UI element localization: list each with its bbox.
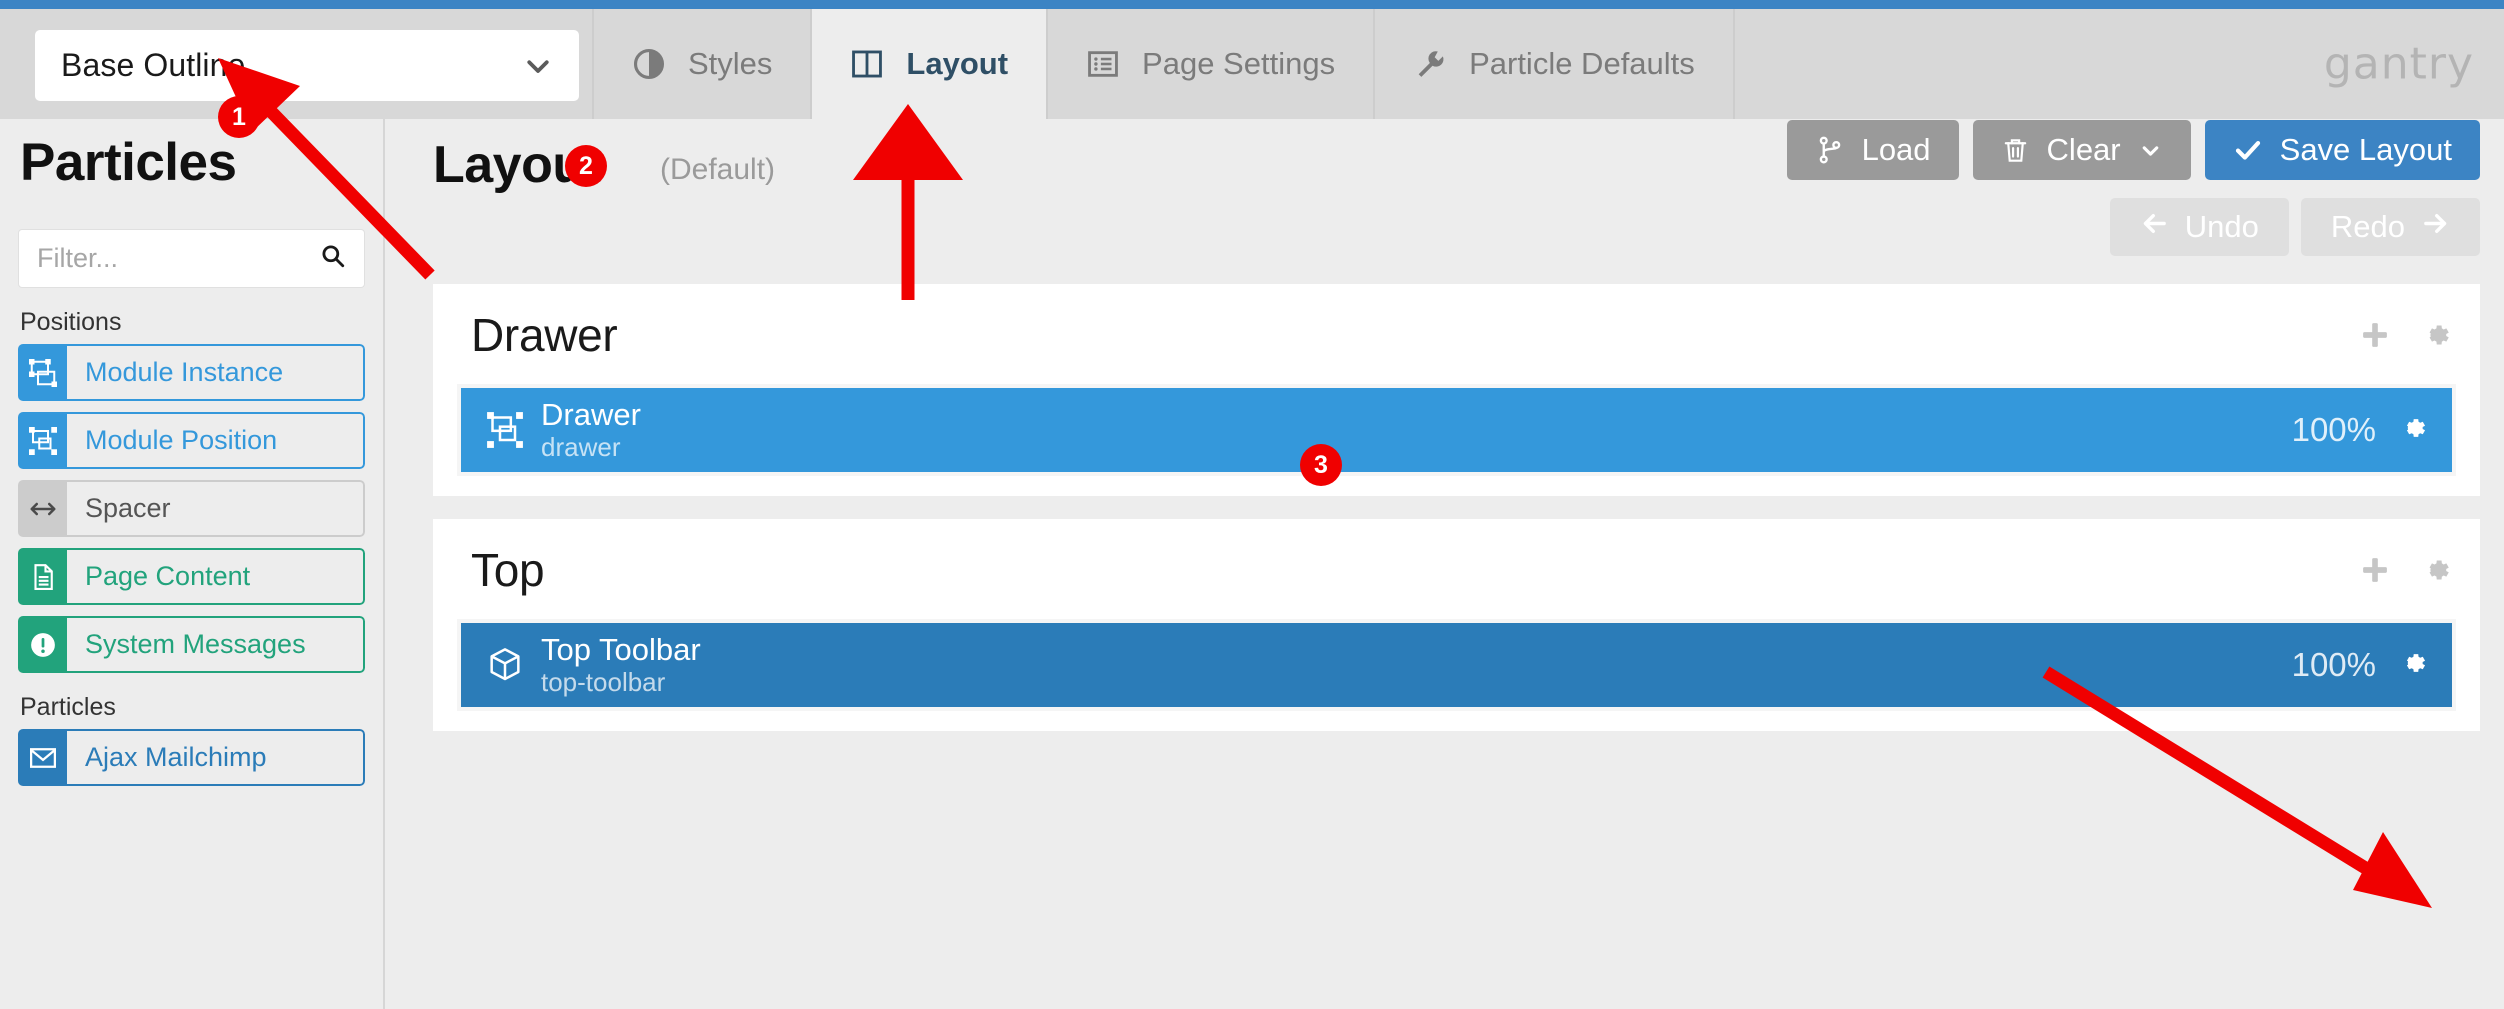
layout-action-buttons: Load Clear Save Layout	[1786, 120, 2480, 180]
section-tools	[2358, 317, 2454, 353]
clear-button-label: Clear	[2046, 132, 2121, 167]
block-key: drawer	[541, 432, 621, 463]
group-title-positions: Positions	[20, 308, 122, 336]
top-accent-strip	[0, 0, 2504, 9]
module-position-icon	[485, 410, 531, 450]
redo-button[interactable]: Redo	[2300, 198, 2480, 256]
tab-label: Layout	[906, 46, 1009, 81]
sidebar-item-ajax-mailchimp[interactable]: Ajax Mailchimp	[18, 729, 365, 786]
tab-page-settings[interactable]: Page Settings	[1046, 9, 1373, 119]
trash-icon	[2001, 136, 2030, 165]
sidebar-title: Particles	[20, 133, 237, 192]
section-title: Drawer	[471, 309, 618, 361]
history-buttons: Undo Redo	[2109, 198, 2480, 256]
block-percent: 100%	[2291, 411, 2376, 448]
save-layout-button[interactable]: Save Layout	[2204, 120, 2480, 180]
arrow-left-icon	[2140, 209, 2169, 246]
tab-label: Particle Defaults	[1469, 46, 1695, 81]
sidebar-item-spacer[interactable]: Spacer	[18, 480, 365, 537]
filter-field[interactable]	[18, 229, 365, 288]
main-tabs: Styles Layout Page Settings Particle Def…	[592, 9, 1735, 119]
columns-icon	[850, 47, 884, 81]
tab-particle-defaults[interactable]: Particle Defaults	[1373, 9, 1735, 119]
layout-sections: Drawer Drawer drawer 100% Top Top Toolba…	[433, 284, 2480, 754]
redo-button-label: Redo	[2330, 209, 2405, 244]
cube-icon	[485, 645, 531, 685]
sidebar-item-label: Module Position	[67, 412, 365, 469]
section-header: Drawer	[457, 308, 2456, 384]
layout-block-drawer[interactable]: Drawer drawer 100%	[461, 388, 2452, 472]
group-title-particles: Particles	[20, 693, 116, 721]
section-tools	[2358, 552, 2454, 588]
gear-icon[interactable]	[2396, 646, 2430, 685]
arrows-horizontal-icon	[18, 480, 67, 537]
block-title: Drawer	[541, 396, 641, 432]
search-icon	[320, 243, 346, 274]
gear-icon[interactable]	[2418, 317, 2454, 353]
section-top: Top Top Toolbar top-toolbar 100%	[433, 519, 2480, 731]
sidebar-item-module-instance[interactable]: Module Instance	[18, 344, 365, 401]
section-header: Top	[457, 543, 2456, 619]
document-icon	[18, 548, 67, 605]
block-text: Drawer drawer	[531, 397, 2292, 464]
check-icon	[2233, 135, 2263, 165]
sidebar-item-label: System Messages	[67, 616, 365, 673]
layout-block-top-toolbar[interactable]: Top Toolbar top-toolbar 100%	[461, 623, 2452, 707]
clear-button[interactable]: Clear	[1972, 120, 2191, 180]
undo-button[interactable]: Undo	[2109, 198, 2289, 256]
gear-icon[interactable]	[2418, 552, 2454, 588]
plus-icon[interactable]	[2358, 318, 2392, 352]
tab-label: Styles	[688, 46, 773, 81]
list-icon	[1086, 47, 1120, 81]
sidebar-item-label: Page Content	[67, 548, 365, 605]
undo-button-label: Undo	[2184, 209, 2259, 244]
module-position-icon	[18, 412, 67, 469]
module-instance-icon	[18, 344, 67, 401]
plus-icon[interactable]	[2358, 553, 2392, 587]
sidebar-item-label: Module Instance	[67, 344, 365, 401]
block-percent: 100%	[2291, 646, 2376, 683]
load-button[interactable]: Load	[1786, 120, 1959, 180]
layout-header: Layout (Default) Load Clear Save Layout …	[387, 119, 2504, 256]
app-header: Base Outline Styles Layout Page Settings…	[0, 9, 2504, 119]
gantry-logo: gantry	[2323, 38, 2474, 90]
chevron-down-icon	[2138, 138, 2163, 163]
block-right: 100%	[2292, 646, 2430, 685]
outline-select-value: Base Outline	[61, 47, 246, 83]
sidebar-item-system-messages[interactable]: System Messages	[18, 616, 365, 673]
sidebar-item-module-position[interactable]: Module Position	[18, 412, 365, 469]
outline-select[interactable]: Base Outline	[35, 30, 579, 101]
page-title: Layout	[433, 136, 601, 194]
sidebar-item-label: Ajax Mailchimp	[67, 729, 365, 786]
wrench-icon	[1413, 47, 1447, 81]
envelope-icon	[18, 729, 67, 786]
block-key: top-toolbar	[541, 667, 666, 698]
exclamation-circle-icon	[18, 616, 67, 673]
filter-input[interactable]	[37, 243, 320, 274]
layout-main-panel: Layout (Default) Load Clear Save Layout …	[387, 119, 2504, 1009]
section-block-wrap: Top Toolbar top-toolbar 100%	[457, 619, 2456, 711]
sidebar-item-page-content[interactable]: Page Content	[18, 548, 365, 605]
branch-icon	[1815, 135, 1845, 165]
tab-label: Page Settings	[1142, 46, 1336, 81]
arrow-right-icon	[2421, 209, 2450, 246]
page-subtitle: (Default)	[660, 153, 776, 186]
gantry-admin-window: Base Outline Styles Layout Page Settings…	[0, 0, 2504, 1009]
save-layout-button-label: Save Layout	[2279, 132, 2452, 167]
contrast-circle-icon	[632, 47, 666, 81]
gear-icon[interactable]	[2396, 411, 2430, 450]
tab-styles[interactable]: Styles	[592, 9, 810, 119]
block-title: Top Toolbar	[541, 631, 701, 667]
tab-layout[interactable]: Layout	[810, 9, 1047, 119]
block-right: 100%	[2292, 411, 2430, 450]
chevron-down-icon	[523, 51, 553, 81]
block-text: Top Toolbar top-toolbar	[531, 632, 2292, 699]
sidebar-item-label: Spacer	[67, 480, 365, 537]
particles-sidebar: Particles Positions Module Instance Modu…	[0, 119, 385, 1009]
section-title: Top	[471, 544, 545, 596]
section-drawer: Drawer Drawer drawer 100%	[433, 284, 2480, 496]
load-button-label: Load	[1861, 132, 1931, 167]
section-block-wrap: Drawer drawer 100%	[457, 384, 2456, 476]
